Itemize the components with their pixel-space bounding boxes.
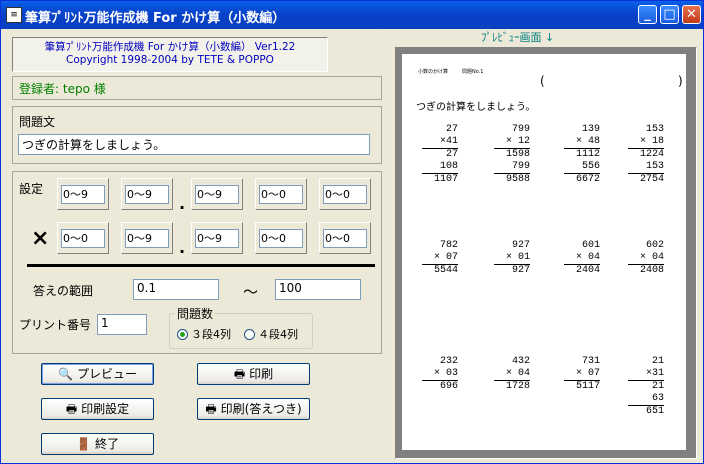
preview-button-label: プレビュー (76, 367, 137, 381)
title-bar[interactable]: ≡ 筆算ﾌﾟﾘﾝﾄ万能作成機 For かけ算（小数編） _ □ ✕ (1, 1, 703, 29)
problem-10: 432 × 04 1728 (494, 356, 530, 393)
name-paren-open: ( (540, 74, 545, 88)
digit-range-input[interactable]: 0～0 (61, 229, 105, 248)
problem-count-option2-label: ４段4列 (258, 328, 298, 341)
problem-9: 232 × 03 696 (422, 356, 458, 393)
problem-count-radio-3x4[interactable] (177, 329, 188, 340)
exit-door-icon: 🚪 (76, 437, 91, 451)
print-number-label: プリント番号 (19, 318, 92, 332)
digit-range-input[interactable]: 0～9 (195, 185, 239, 204)
digit-range-input[interactable]: 0～0 (323, 185, 367, 204)
digit-range-row2-col1: 0～0 (57, 222, 109, 254)
decimal-point: . (179, 194, 186, 213)
digit-range-input[interactable]: 0～9 (61, 185, 105, 204)
problem-count-option1-label: ３段4列 (191, 328, 231, 341)
digit-range-row1-col3: 0～9 (191, 178, 243, 210)
magnifier-icon: 🔍 (58, 367, 73, 381)
question-panel: 問題文 つぎの計算をしましょう。 (12, 106, 382, 164)
digit-range-row1-col5: 0～0 (319, 178, 371, 210)
maximize-button[interactable]: □ (660, 5, 679, 24)
digit-range-row1-col2: 0～9 (121, 178, 173, 210)
preview-button[interactable]: 🔍 プレビュー (41, 363, 154, 385)
digit-range-row1-col1: 0～9 (57, 178, 109, 210)
close-button[interactable]: ✕ (682, 5, 701, 24)
window-title: 筆算ﾌﾟﾘﾝﾄ万能作成機 For かけ算（小数編） (25, 11, 286, 26)
question-input[interactable]: つぎの計算をしましょう。 (18, 134, 370, 155)
problem-1: 27 ×41 27 108 1107 (422, 124, 458, 186)
document-icon: ≡ (6, 7, 22, 23)
problem-7: 601 × 04 2404 (564, 240, 600, 277)
print-number-input[interactable]: 1 (97, 314, 147, 335)
problem-5: 782 × 07 5544 (422, 240, 458, 277)
problem-4: 153 × 18 1224 153 2754 (628, 124, 664, 186)
sheet-header-number: 問題No.1 (462, 69, 484, 75)
problem-6: 927 × 01 927 (494, 240, 530, 277)
problem-3: 139 × 48 1112 556 6672 (564, 124, 600, 186)
digit-range-row2-col5: 0～0 (319, 222, 371, 254)
settings-label: 設定 (19, 182, 44, 196)
digit-range-row2-col2: 0～9 (121, 222, 173, 254)
problem-count-label: 問題数 (175, 305, 216, 322)
times-sign: × (31, 226, 50, 251)
problem-count-radio-4x4[interactable] (244, 329, 255, 340)
problem-2: 799 × 12 1598 799 9588 (494, 124, 530, 186)
preview-label: ﾌﾟﾚﾋﾞｭｰ画面 ↓ (481, 31, 555, 44)
sheet-header-title: 小数のかけ算 (418, 69, 449, 75)
answer-min-input[interactable]: 0.1 (133, 279, 219, 300)
app-info-line1: 筆算ﾌﾟﾘﾝﾄ万能作成機 For かけ算（小数編） Ver1.22 (44, 41, 296, 53)
digit-range-input[interactable]: 0～9 (195, 229, 239, 248)
minimize-button[interactable]: _ (638, 5, 657, 24)
print-setup-button-label: 印刷設定 (81, 402, 130, 416)
print-button-label: 印刷 (249, 367, 274, 381)
print-button[interactable]: 🖶 印刷 (197, 363, 310, 385)
answer-range-label: 答えの範囲 (33, 284, 94, 298)
digit-range-row2-col3: 0～9 (191, 222, 243, 254)
print-setup-button[interactable]: 🖶 印刷設定 (41, 398, 154, 420)
printer-icon: 🖶 (205, 402, 217, 416)
digit-range-input[interactable]: 0～0 (323, 229, 367, 248)
digit-range-input[interactable]: 0～9 (125, 185, 169, 204)
multiplication-line (27, 264, 375, 267)
sheet-instruction: つぎの計算をしましょう。 (416, 102, 536, 113)
exit-button[interactable]: 🚪 終了 (41, 433, 154, 455)
printer-icon: 🖶 (233, 367, 246, 381)
answer-max-input[interactable]: 100 (275, 279, 361, 300)
print-with-answers-button[interactable]: 🖶 印刷(答えつき) (197, 398, 310, 420)
problem-12: 21 ×31 21 63 651 (628, 356, 664, 418)
print-with-answers-button-label: 印刷(答えつき) (220, 402, 302, 416)
problem-8: 602 × 04 2408 (628, 240, 664, 277)
preview-area[interactable]: 小数のかけ算 問題No.1 ( ) つぎの計算をしましょう。 27 ×41 27 10… (395, 47, 697, 459)
digit-range-input[interactable]: 0～0 (259, 185, 303, 204)
preview-sheet: 小数のかけ算 問題No.1 ( ) つぎの計算をしましょう。 27 ×41 27 10… (402, 54, 686, 450)
app-info-box: 筆算ﾌﾟﾘﾝﾄ万能作成機 For かけ算（小数編） Ver1.22 Copyri… (12, 37, 328, 72)
exit-button-label: 終了 (94, 437, 119, 451)
range-tilde: ～ (243, 283, 259, 301)
settings-panel: 設定 0～9 0～9 . 0～9 0～0 0～0 × 0～0 0～9 . 0～9… (12, 171, 382, 354)
digit-range-input[interactable]: 0～9 (125, 229, 169, 248)
digit-range-row1-col4: 0～0 (255, 178, 307, 210)
name-paren-close: ) (678, 74, 683, 88)
question-label: 問題文 (19, 115, 56, 129)
digit-range-row2-col4: 0～0 (255, 222, 307, 254)
digit-range-input[interactable]: 0～0 (259, 229, 303, 248)
app-window: ≡ 筆算ﾌﾟﾘﾝﾄ万能作成機 For かけ算（小数編） _ □ ✕ 筆算ﾌﾟﾘﾝ… (0, 0, 704, 464)
registered-user: 登録者: tepo 様 (12, 76, 382, 100)
printer-setup-icon: 🖶 (65, 402, 78, 416)
app-info-line2: Copyright 1998-2004 by TETE & POPPO (66, 54, 274, 66)
decimal-point: . (179, 238, 186, 257)
problem-11: 731 × 07 5117 (564, 356, 600, 393)
